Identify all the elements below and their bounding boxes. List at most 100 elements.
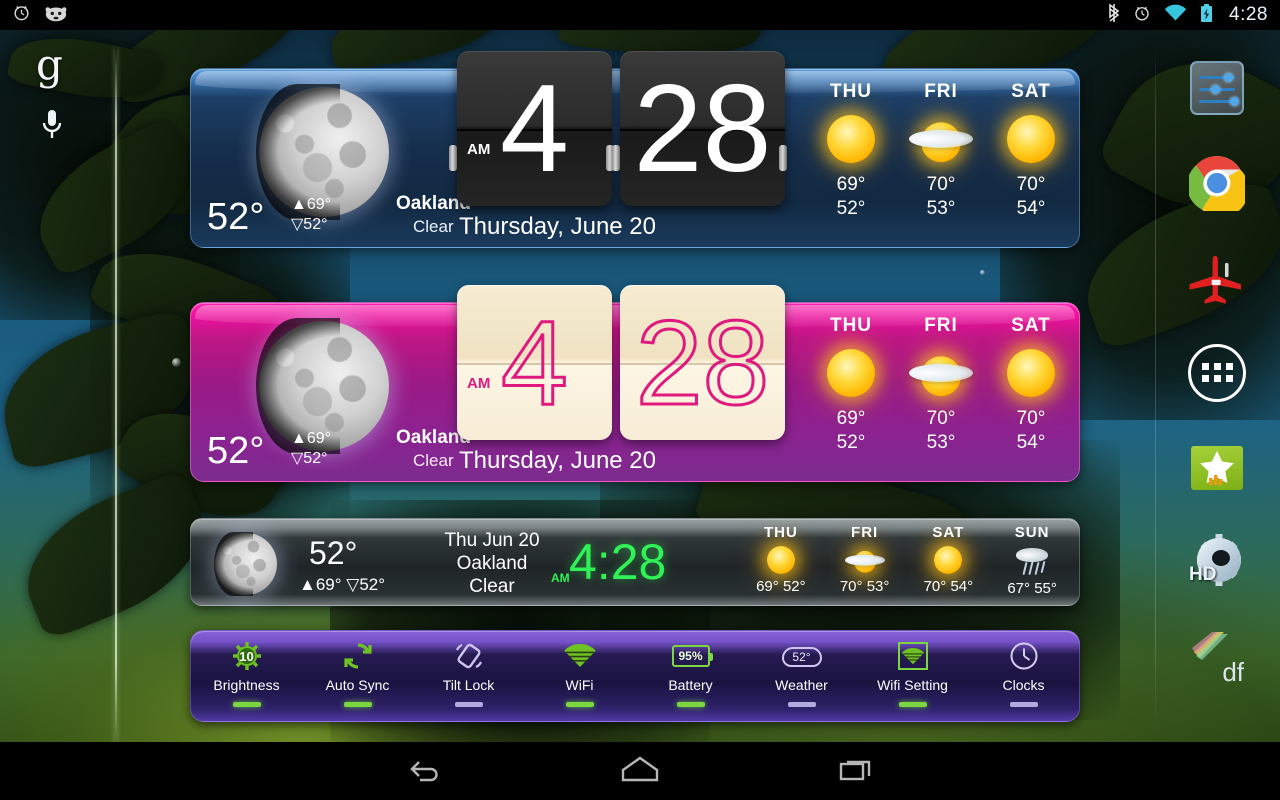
weather-clock-widget-pink[interactable]: 52° ▲69° ▽52° Oakland Clear 4 AM 28 Thur…: [190, 285, 1080, 482]
wifi-settings-icon[interactable]: [897, 642, 928, 670]
toggle-label: Weather: [775, 677, 828, 693]
forecast-day[interactable]: THU 69° 52°: [806, 315, 896, 455]
settings-hd-icon[interactable]: HD: [1186, 533, 1248, 592]
toggle-wifi[interactable]: WiFi: [524, 631, 635, 721]
recents-icon[interactable]: [839, 756, 873, 787]
toggle-state-bar: [565, 702, 594, 707]
clock-hour-digit: 4: [500, 59, 569, 198]
forecast-dow: SAT: [1011, 315, 1051, 336]
airplane-icon[interactable]: [1186, 252, 1248, 304]
app-drawer-icon[interactable]: [1188, 343, 1246, 402]
clock-ampm: AM: [467, 140, 491, 158]
toggle-state-bar: [1009, 702, 1038, 707]
df-app-icon[interactable]: df: [1186, 630, 1248, 687]
sync-icon[interactable]: [343, 641, 373, 671]
toggle-wifi-setting[interactable]: Wifi Setting: [857, 631, 968, 721]
toggle-tilt-lock[interactable]: Tilt Lock: [413, 631, 524, 721]
toggle-label: Brightness: [213, 677, 280, 693]
forecast-day[interactable]: SAT 70° 54°: [907, 524, 991, 597]
dock-item-settings-sliders[interactable]: [1167, 40, 1267, 135]
clock-minute-digit: 28: [634, 294, 770, 431]
forecast-day[interactable]: SAT 70° 54°: [986, 315, 1076, 455]
battery-icon[interactable]: 95%: [671, 645, 713, 667]
forecast-dow: SUN: [1014, 524, 1050, 541]
forecast-day[interactable]: THU 69° 52°: [806, 81, 896, 221]
alarm-clock-icon: [12, 3, 31, 27]
google-search-widget[interactable]: g: [36, 44, 65, 149]
weather-clock-widget-slim[interactable]: 52° ▲69° ▽52° Thu Jun 20 Oakland Clear A…: [190, 518, 1080, 606]
forecast-high: 70°: [926, 408, 956, 429]
high-temperature: ▲69°: [291, 196, 332, 213]
clock-minute-digit: 28: [633, 59, 772, 198]
alarm-clock-icon: [1133, 4, 1151, 27]
current-temperature: 52°: [207, 196, 265, 238]
microphone-icon[interactable]: [39, 108, 65, 149]
forecast-day[interactable]: FRI 70° 53°: [896, 315, 986, 455]
date-text: Thursday, June 20: [459, 447, 657, 474]
toggle-weather[interactable]: 52° Weather: [746, 631, 857, 721]
forecast-list: THU 69° 52° FRI 70° 53° SAT 70° 54°: [806, 315, 1076, 455]
dock-item-app-drawer[interactable]: [1167, 325, 1267, 420]
flip-clock-minute[interactable]: 28: [620, 51, 785, 206]
app-dock: HD df: [1162, 40, 1272, 720]
sun-icon: [1007, 349, 1055, 397]
high-low-temperature: ▲69° ▽52°: [299, 575, 386, 594]
forecast-low: 53°: [926, 198, 956, 219]
forecast-day[interactable]: THU 69° 52°: [739, 524, 823, 597]
navigation-bar[interactable]: [0, 742, 1280, 800]
clock-icon[interactable]: [1009, 641, 1039, 671]
dock-item-airplane[interactable]: [1167, 230, 1267, 325]
battery-charging-icon: [1200, 3, 1213, 28]
home-icon[interactable]: [621, 756, 659, 787]
forecast-high: 69°: [836, 408, 866, 429]
forecast-day[interactable]: SAT 70° 54°: [986, 81, 1076, 221]
toggle-label: Wifi Setting: [877, 677, 948, 693]
weather-condition: Clear: [413, 451, 454, 470]
forecast-dow: THU: [829, 315, 873, 336]
cloud-icon[interactable]: 52°: [781, 643, 822, 669]
forecast-high: 70°: [1016, 174, 1046, 195]
brightness-icon[interactable]: 10: [232, 641, 262, 671]
back-icon[interactable]: [407, 756, 441, 787]
flip-clock-hour[interactable]: 4 AM: [457, 51, 612, 206]
clock-ampm: AM: [551, 571, 570, 585]
chrome-icon[interactable]: [1189, 155, 1245, 211]
star-app-icon[interactable]: [1191, 445, 1243, 490]
date-text: Thu Jun 20: [444, 530, 540, 551]
google-g-icon[interactable]: g: [36, 44, 65, 86]
dock-item-settings-hd[interactable]: HD: [1167, 515, 1267, 610]
toggle-brightness[interactable]: 10 Brightness: [191, 631, 302, 721]
current-temperature: 52°: [207, 430, 265, 472]
brightness-value: 10: [239, 648, 254, 664]
toggle-clocks[interactable]: Clocks: [968, 631, 1079, 721]
flip-clock-hour[interactable]: 4 AM: [457, 285, 612, 440]
dock-item-chrome[interactable]: [1167, 135, 1267, 230]
forecast-temps: 70° 54°: [923, 578, 974, 595]
forecast-list: THU 69° 52° FRI 70° 53° SAT 70° 54°: [806, 81, 1076, 221]
rain-icon: [1013, 546, 1051, 576]
rotation-lock-icon[interactable]: [453, 641, 485, 671]
forecast-low: 52°: [836, 432, 866, 453]
status-bar-clock: 4:28: [1229, 4, 1268, 25]
forecast-day[interactable]: SUN 67° 55°: [990, 524, 1074, 597]
forecast-day[interactable]: FRI 70° 53°: [896, 81, 986, 221]
quick-toggles-widget[interactable]: 10 Brightness Auto Sync Tilt Lock WiFi 9…: [190, 630, 1080, 722]
status-bar[interactable]: 4:28: [0, 0, 1280, 30]
weather-clock-widget-blue[interactable]: 52° ▲69° ▽52° Oakland Clear 4 AM 28 Thur…: [190, 51, 1080, 248]
wifi-icon[interactable]: [563, 643, 597, 669]
weather-condition: Clear: [413, 217, 454, 236]
forecast-day[interactable]: FRI 70° 53°: [823, 524, 907, 597]
dock-item-df-app[interactable]: df: [1167, 610, 1267, 705]
digital-clock[interactable]: 4:28: [569, 533, 666, 591]
flip-clock-minute[interactable]: 28: [620, 285, 785, 440]
dock-item-star-app[interactable]: [1167, 420, 1267, 515]
toggle-auto-sync[interactable]: Auto Sync: [302, 631, 413, 721]
toggle-state-bar: [454, 702, 483, 707]
forecast-high: 69°: [836, 174, 866, 195]
forecast-dow: FRI: [924, 315, 958, 336]
forecast-temps: 69° 52°: [756, 578, 806, 595]
toggle-state-bar: [676, 702, 705, 707]
dock-divider: [1155, 42, 1156, 722]
toggle-battery[interactable]: 95% Battery: [635, 631, 746, 721]
settings-sliders-icon[interactable]: [1190, 60, 1244, 115]
